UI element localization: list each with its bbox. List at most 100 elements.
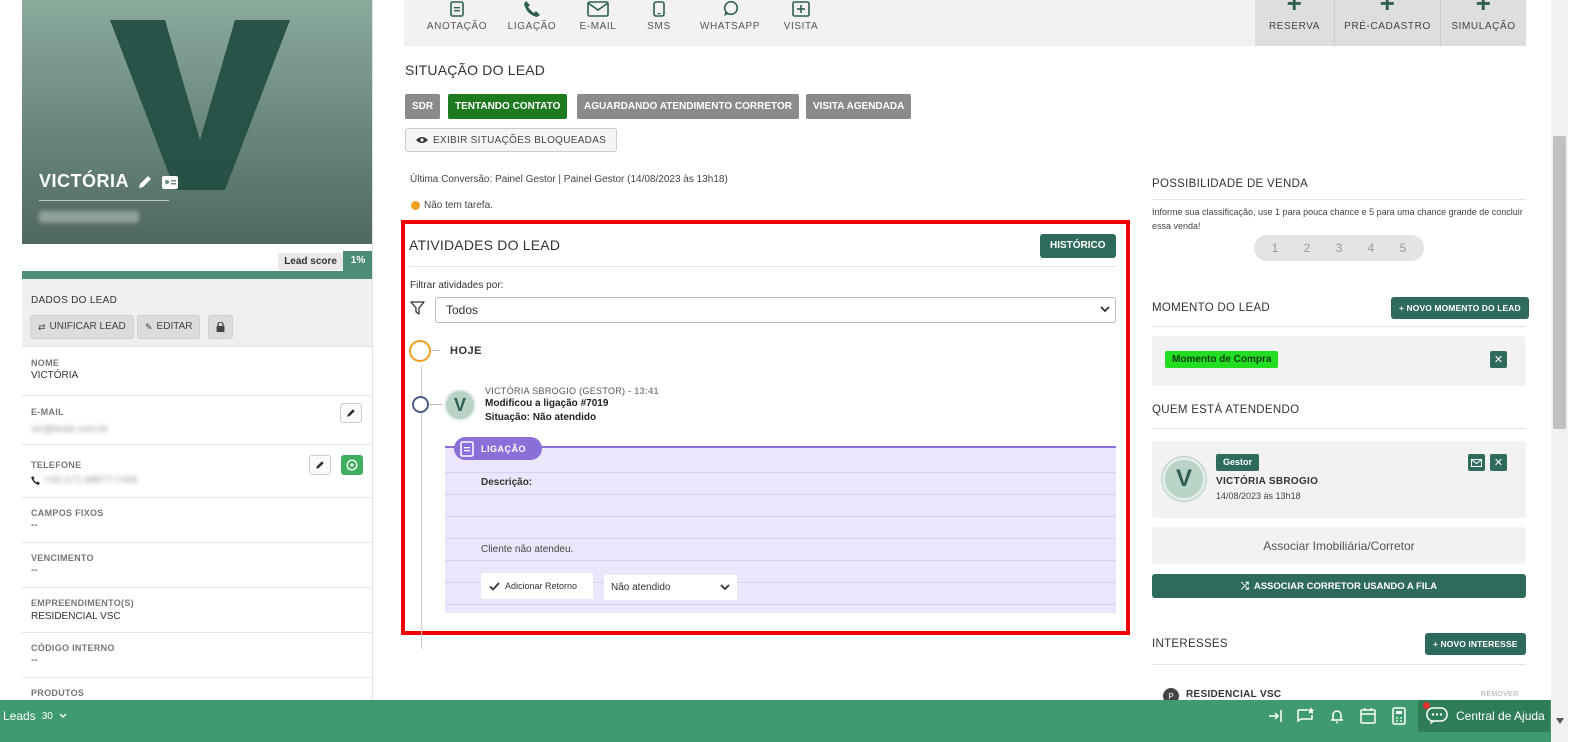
- message-star-icon[interactable]: [1296, 706, 1316, 726]
- lock-icon: [216, 322, 225, 332]
- remove-atendente-button[interactable]: ✕: [1490, 454, 1507, 471]
- lock-button[interactable]: [208, 315, 233, 339]
- vencimento-value: --: [31, 565, 38, 576]
- unificar-lead-button[interactable]: ⇄ UNIFICAR LEAD: [30, 315, 134, 339]
- pencil-icon: [316, 461, 324, 469]
- situacao-title: SITUAÇÃO DO LEAD: [405, 62, 546, 78]
- ligacao-button[interactable]: LIGAÇÃO: [507, 0, 557, 46]
- situacao-pill-tentando-contato[interactable]: TENTANDO CONTATO: [448, 94, 568, 119]
- id-card-icon[interactable]: [161, 174, 179, 190]
- chevron-down-icon: [59, 713, 67, 718]
- whatsapp-action-button[interactable]: WHATSAPP: [700, 0, 760, 46]
- chevron-down-icon: [720, 584, 730, 591]
- scroll-down-arrow-icon[interactable]: [1556, 718, 1564, 724]
- possibilidade-rating: 1 2 3 4 5: [1254, 235, 1424, 261]
- field-empreendimentos: EMPREENDIMENTO(S) RESIDENCIAL VSC: [22, 588, 372, 633]
- edit-email-button[interactable]: [340, 403, 362, 423]
- atendente-date: 14/08/2023 às 13h18: [1216, 491, 1301, 501]
- rating-option-2[interactable]: 2: [1304, 241, 1311, 255]
- event-time: - 13:41: [628, 386, 659, 396]
- sms-button[interactable]: SMS: [644, 0, 674, 46]
- field-nome: NOME VICTÓRIA: [22, 347, 372, 396]
- reserva-button[interactable]: + RESERVA: [1255, 0, 1335, 46]
- timeline-today-marker: [409, 340, 431, 362]
- situacao-pill-aguardando-atendimento[interactable]: AGUARDANDO ATENDIMENTO CORRETOR: [577, 94, 799, 119]
- empreendimentos-value: RESIDENCIAL VSC: [31, 611, 121, 622]
- telefone-label: TELEFONE: [31, 460, 82, 470]
- check-icon: [489, 581, 500, 591]
- status-dot-icon: [411, 201, 420, 210]
- vencimento-label: VENCIMENTO: [31, 553, 94, 563]
- merge-icon: ⇄: [38, 322, 46, 332]
- anotacao-button[interactable]: ANOTAÇÃO: [427, 0, 486, 46]
- lead-score-label: Lead score: [278, 253, 343, 270]
- ligacao-tag: LIGAÇÃO: [454, 437, 542, 460]
- situacao-pill-visita-agendada[interactable]: VISITA AGENDADA: [806, 94, 912, 119]
- rating-option-1[interactable]: 1: [1272, 241, 1279, 255]
- codigo-label: CÓDIGO INTERNO: [31, 643, 115, 653]
- editar-button[interactable]: ✎ EDITAR: [137, 315, 201, 339]
- whatsapp-button[interactable]: [341, 455, 363, 475]
- pre-cadastro-label: PRÉ-CADASTRO: [1344, 21, 1431, 32]
- exibir-bloqueadas-button[interactable]: EXIBIR SITUAÇÕES BLOQUEADAS: [405, 128, 618, 152]
- card-divider: [445, 472, 1116, 473]
- simulacao-button[interactable]: + SIMULAÇÃO: [1441, 0, 1526, 46]
- card-divider: [445, 516, 1116, 517]
- historico-button[interactable]: HISTÓRICO: [1040, 234, 1116, 258]
- filtrar-label: Filtrar atividades por:: [410, 280, 504, 291]
- atendendo-title: QUEM ESTÁ ATENDENDO: [1152, 404, 1300, 416]
- adicionar-retorno-button[interactable]: Adicionar Retorno: [481, 573, 593, 599]
- timeline-hoje-label: HOJE: [450, 345, 482, 357]
- avatar: V: [1162, 457, 1206, 501]
- event-author-name: VICTÓRIA SBROGIO (GESTOR): [485, 386, 626, 396]
- novo-interesse-button[interactable]: + NOVO INTERESSE: [1425, 633, 1526, 655]
- visita-label: VISITA: [783, 21, 819, 32]
- visita-button[interactable]: VISITA: [780, 0, 822, 46]
- hero-divider: [39, 200, 169, 201]
- eye-icon: [416, 137, 428, 143]
- remover-interesse-link[interactable]: REMOVER: [1481, 691, 1519, 698]
- pencil-icon[interactable]: [137, 174, 153, 190]
- rating-option-3[interactable]: 3: [1336, 241, 1343, 255]
- sign-in-icon[interactable]: [1266, 706, 1286, 726]
- situacao-pill-sdr[interactable]: SDR: [405, 94, 441, 119]
- associar-fila-button[interactable]: ⤮ ASSOCIAR CORRETOR USANDO A FILA: [1152, 574, 1526, 598]
- possibilidade-desc: Informe sua classificação, use 1 para po…: [1152, 207, 1523, 231]
- field-telefone: TELEFONE +55 (17) 98877-7456: [22, 445, 372, 498]
- remove-momento-button[interactable]: ✕: [1490, 351, 1507, 368]
- pre-cadastro-button[interactable]: + PRÉ-CADASTRO: [1335, 0, 1441, 46]
- ligacao-status-select[interactable]: Não atendido: [604, 575, 737, 600]
- filtro-atividades-select[interactable]: Todos: [435, 297, 1116, 323]
- card-divider: [445, 604, 1116, 605]
- atendendo-divider: [1152, 428, 1526, 429]
- rating-option-5[interactable]: 5: [1400, 241, 1407, 255]
- associar-fila-label: ASSOCIAR CORRETOR USANDO A FILA: [1253, 580, 1438, 592]
- event-author: VICTÓRIA SBROGIO (GESTOR) - 13:41: [485, 386, 659, 396]
- adicionar-retorno-label: Adicionar Retorno: [505, 581, 578, 591]
- associar-imobiliaria-button[interactable]: Associar Imobiliária/Corretor: [1152, 527, 1526, 564]
- close-icon: ✕: [1493, 457, 1504, 469]
- ligacao-label: LIGAÇÃO: [507, 21, 557, 32]
- card-divider: [445, 494, 1116, 495]
- novo-momento-button[interactable]: + NOVO MOMENTO DO LEAD: [1391, 297, 1529, 319]
- leads-selector[interactable]: Leads 30: [3, 709, 67, 723]
- calculator-icon[interactable]: [1389, 706, 1409, 726]
- central-ajuda-button[interactable]: Central de Ajuda: [1418, 700, 1550, 732]
- bell-icon[interactable]: [1327, 706, 1347, 726]
- email-atendente-button[interactable]: [1468, 454, 1485, 471]
- interesses-divider: [1152, 664, 1526, 665]
- email-label: E-MAIL: [31, 407, 64, 417]
- lead-hero-banner: VICTÓRIA: [22, 0, 372, 244]
- shuffle-icon: ⤮: [1240, 580, 1249, 592]
- quick-create-bar: + RESERVA + PRÉ-CADASTRO + SIMULAÇÃO: [1255, 0, 1526, 46]
- rating-option-4[interactable]: 4: [1368, 241, 1375, 255]
- whatsapp-icon: [346, 459, 358, 471]
- calendar-icon[interactable]: [1358, 706, 1378, 726]
- lead-name-heading: VICTÓRIA: [39, 171, 179, 192]
- scrollbar-thumb[interactable]: [1553, 136, 1566, 429]
- edit-telefone-button[interactable]: [309, 455, 331, 475]
- tarefa-status: Não tem tarefa.: [411, 200, 493, 211]
- email-value: vic@teste.com.br: [31, 424, 109, 435]
- email-button[interactable]: E-MAIL: [578, 0, 618, 46]
- nome-label: NOME: [31, 358, 60, 368]
